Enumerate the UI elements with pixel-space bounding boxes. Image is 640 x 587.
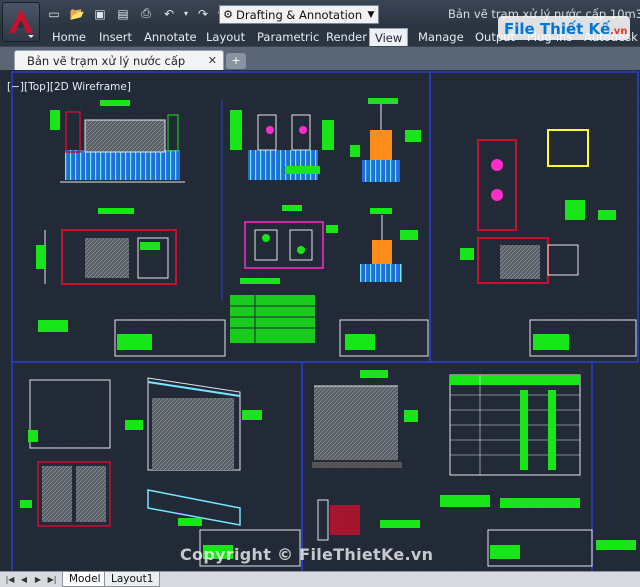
next-layout-icon[interactable]: ▶ [32,574,44,586]
save-as-icon[interactable]: ▤ [113,4,133,23]
tab-insert[interactable]: Insert [94,28,137,46]
last-layout-icon[interactable]: ▶| [46,574,58,586]
tab-render[interactable]: Render [321,28,372,46]
watermark-copyright: Copyright © FileThietKe.vn [180,545,434,564]
tab-home[interactable]: Home [47,28,91,46]
open-folder-icon[interactable]: 📂 [67,4,87,23]
layout-tab-layout1[interactable]: Layout1 [104,572,161,587]
first-layout-icon[interactable]: |◀ [4,574,16,586]
undo-icon[interactable]: ↶ [159,4,179,23]
document-tab-bar: Bản vẽ trạm xử lý nước cấp 10m3* ✕ + [0,46,640,88]
legend-table [230,295,315,343]
tab-view[interactable]: View [369,28,409,46]
filethietke-logo-icon: File Thiết Kế .vn [498,16,630,40]
gear-icon: ⚙ [223,8,233,21]
tab-annotate[interactable]: Annotate [139,28,202,46]
autocad-window: ▭ 📂 ▣ ▤ ⎙ ↶ ▾ ↷ ▾ ⚙ Drafting & Annotatio… [0,0,640,587]
redo-icon[interactable]: ↷ [193,4,213,23]
layout-tab-model[interactable]: Model [62,572,108,587]
layout-tab-bar: |◀ ◀ ▶ ▶| Model Layout1 [0,571,640,587]
cad-drawing [0,70,640,571]
tab-manage[interactable]: Manage [413,28,469,46]
workspace-label: Drafting & Annotation [236,7,363,22]
new-file-icon[interactable]: ▭ [44,4,64,23]
tab-parametric[interactable]: Parametric [252,28,324,46]
new-tab-button[interactable]: + [226,53,246,69]
application-menu-button[interactable] [2,2,40,42]
quick-access-toolbar: ▭ 📂 ▣ ▤ ⎙ ↶ ▾ ↷ ▾ [44,4,224,23]
previous-layout-icon[interactable]: ◀ [18,574,30,586]
viewport-controls-label[interactable]: [−][Top][2D Wireframe] [7,81,131,93]
plus-icon: + [231,54,241,67]
svg-text:.vn: .vn [610,26,627,37]
document-tab[interactable]: Bản vẽ trạm xử lý nước cấp 10m3* ✕ [14,50,224,88]
undo-dropdown-icon[interactable]: ▾ [182,4,190,23]
chevron-down-icon: ▼ [367,9,375,20]
svg-text:File Thiết Kế: File Thiết Kế [504,19,611,38]
watermark-logo: File Thiết Kế .vn [498,10,630,46]
tab-layout[interactable]: Layout [201,28,250,46]
drawing-canvas[interactable]: [−][Top][2D Wireframe] [0,70,640,571]
save-icon[interactable]: ▣ [90,4,110,23]
plot-icon[interactable]: ⎙ [136,4,156,23]
autocad-logo-icon [9,9,34,38]
workspace-select[interactable]: ⚙ Drafting & Annotation ▼ [219,5,379,24]
close-icon[interactable]: ✕ [208,51,217,71]
